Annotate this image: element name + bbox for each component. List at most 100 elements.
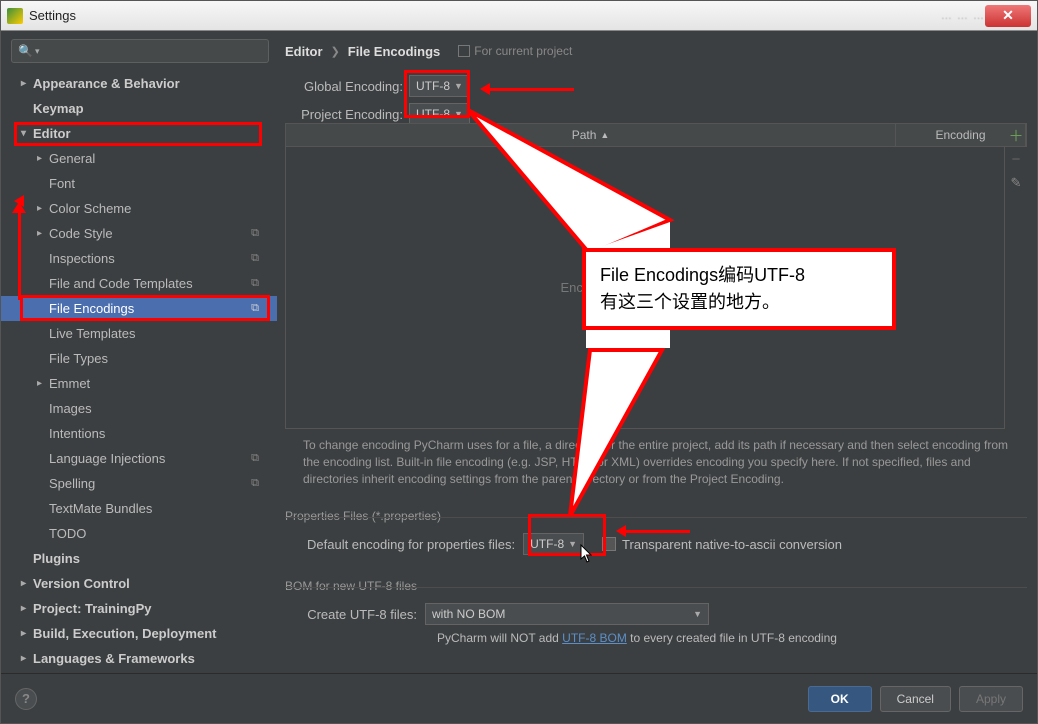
- chevron-right-icon: ❯: [331, 45, 340, 58]
- search-input[interactable]: 🔍 ▾: [11, 39, 269, 63]
- chevron-down-icon: ▼: [454, 81, 463, 91]
- tree-item-font[interactable]: Font: [1, 171, 277, 196]
- main-panel: Editor ❯ File Encodings For current proj…: [285, 39, 1027, 671]
- global-encoding-dropdown[interactable]: UTF-8▼: [409, 75, 470, 97]
- project-encoding-label: Project Encoding:: [285, 107, 403, 122]
- copy-icon: [458, 45, 470, 57]
- chevron-down-icon: [21, 128, 33, 139]
- tree-item-label: Language Injections: [49, 451, 165, 466]
- tree-item-spelling[interactable]: Spelling⧉: [1, 471, 277, 496]
- scheme-icon: ⧉: [251, 452, 259, 465]
- tree-item-todo[interactable]: TODO: [1, 521, 277, 546]
- scheme-icon: ⧉: [251, 277, 259, 290]
- tree-item-version-control[interactable]: Version Control: [1, 571, 277, 596]
- chevron-right-icon: [21, 578, 33, 589]
- bom-row: Create UTF-8 files: with NO BOM▼: [285, 603, 709, 625]
- tree-item-file-and-code-templates[interactable]: File and Code Templates ⧉: [1, 271, 277, 296]
- tree-item-appearance-behavior[interactable]: Appearance & Behavior: [1, 71, 277, 96]
- create-utf8-dropdown[interactable]: with NO BOM▼: [425, 603, 709, 625]
- tree-item-label: File Encodings: [49, 301, 134, 316]
- tree-item-emmet[interactable]: Emmet: [1, 371, 277, 396]
- tree-item-live-templates[interactable]: Live Templates: [1, 321, 277, 346]
- tree-item-general[interactable]: General: [1, 146, 277, 171]
- help-button[interactable]: ?: [15, 688, 37, 710]
- titlebar-background-text: … … …: [941, 10, 985, 22]
- tree-item-inspections[interactable]: Inspections ⧉: [1, 246, 277, 271]
- tree-item-intentions[interactable]: Intentions: [1, 421, 277, 446]
- tree-item-label: Color Scheme: [49, 201, 131, 216]
- tree-item-label: Keymap: [33, 101, 84, 116]
- tree-item-label: TextMate Bundles: [49, 501, 152, 516]
- app-icon: [7, 8, 23, 24]
- scheme-icon: ⧉: [251, 252, 259, 265]
- divider: [285, 517, 1027, 518]
- chevron-right-icon: [37, 153, 49, 164]
- add-button[interactable]: ＋: [1005, 123, 1027, 147]
- tree-item-label: Plugins: [33, 551, 80, 566]
- ok-button[interactable]: OK: [808, 686, 872, 712]
- tree-item-build-execution-deployment[interactable]: Build, Execution, Deployment: [1, 621, 277, 646]
- chevron-right-icon: [21, 78, 33, 89]
- tree-item-plugins[interactable]: Plugins: [1, 546, 277, 571]
- remove-button[interactable]: −: [1005, 147, 1027, 171]
- col-path[interactable]: Path▲: [286, 124, 896, 146]
- properties-encoding-dropdown[interactable]: UTF-8▼: [523, 533, 584, 555]
- tree-item-textmate-bundles[interactable]: TextMate Bundles: [1, 496, 277, 521]
- tree-item-language-injections[interactable]: Language Injections ⧉: [1, 446, 277, 471]
- chevron-right-icon: [37, 228, 49, 239]
- chevron-down-icon: ▼: [568, 539, 577, 549]
- tree-item-label: Appearance & Behavior: [33, 76, 180, 91]
- titlebar: Settings … … … ✕: [1, 1, 1037, 31]
- bom-section-label: BOM for new UTF-8 files: [285, 579, 417, 593]
- tree-item-keymap[interactable]: Keymap: [1, 96, 277, 121]
- transparent-ascii-checkbox[interactable]: [602, 537, 616, 551]
- tree-item-images[interactable]: Images: [1, 396, 277, 421]
- crumb-editor[interactable]: Editor: [285, 44, 323, 59]
- cancel-button[interactable]: Cancel: [880, 686, 951, 712]
- edit-button[interactable]: ✎: [1005, 171, 1027, 195]
- tree-item-label: General: [49, 151, 95, 166]
- tree-item-label: Code Style: [49, 226, 113, 241]
- chevron-right-icon: [21, 603, 33, 614]
- search-icon: 🔍: [18, 44, 33, 58]
- breadcrumb: Editor ❯ File Encodings For current proj…: [285, 39, 1027, 63]
- tree-item-color-scheme[interactable]: Color Scheme: [1, 196, 277, 221]
- properties-section-label: Properties Files (*.properties): [285, 509, 441, 523]
- tree-item-code-style[interactable]: Code Style ⧉: [1, 221, 277, 246]
- project-encoding-dropdown[interactable]: UTF-8▼: [409, 103, 470, 125]
- tree-item-project-trainingpy[interactable]: Project: TrainingPy: [1, 596, 277, 621]
- content: 🔍 ▾ Appearance & Behavior Keymap Editor Gen…: [1, 31, 1037, 723]
- global-encoding-label: Global Encoding:: [285, 79, 403, 94]
- settings-tree: Appearance & Behavior Keymap Editor General…: [1, 71, 277, 671]
- settings-window: Settings … … … ✕ 🔍 ▾ Appearance & Behavi…: [0, 0, 1038, 724]
- tree-item-label: Inspections: [49, 251, 115, 266]
- annotation-arrowhead: [12, 195, 26, 213]
- tree-item-label: Languages & Frameworks: [33, 651, 195, 666]
- chevron-right-icon: [21, 653, 33, 664]
- sort-asc-icon: ▲: [600, 130, 609, 140]
- table-header: Path▲ Encoding: [285, 123, 1027, 147]
- scheme-icon: ⧉: [251, 302, 259, 315]
- chevron-down-icon: ▼: [454, 109, 463, 119]
- dialog-footer: ? OK Cancel Apply: [1, 673, 1037, 723]
- tree-item-file-types[interactable]: File Types: [1, 346, 277, 371]
- tree-item-languages-frameworks[interactable]: Languages & Frameworks: [1, 646, 277, 671]
- tree-item-label: File Types: [49, 351, 108, 366]
- tree-item-file-encodings[interactable]: File Encodings ⧉: [1, 296, 277, 321]
- close-button[interactable]: ✕: [985, 5, 1031, 27]
- create-utf8-label: Create UTF-8 files:: [307, 607, 417, 622]
- utf8-bom-link[interactable]: UTF-8 BOM: [562, 631, 627, 645]
- scheme-icon: ⧉: [251, 227, 259, 240]
- transparent-ascii-label: Transparent native-to-ascii conversion: [622, 537, 842, 552]
- apply-button[interactable]: Apply: [959, 686, 1023, 712]
- tree-item-label: Live Templates: [49, 326, 135, 341]
- tree-item-label: Images: [49, 401, 92, 416]
- tree-item-editor[interactable]: Editor: [1, 121, 277, 146]
- tree-item-label: Build, Execution, Deployment: [33, 626, 216, 641]
- tree-item-label: Editor: [33, 126, 71, 141]
- tree-item-label: File and Code Templates: [49, 276, 193, 291]
- chevron-right-icon: [37, 203, 49, 214]
- tree-item-label: Project: TrainingPy: [33, 601, 151, 616]
- chevron-down-icon: ▼: [693, 609, 702, 619]
- divider: [285, 587, 1027, 588]
